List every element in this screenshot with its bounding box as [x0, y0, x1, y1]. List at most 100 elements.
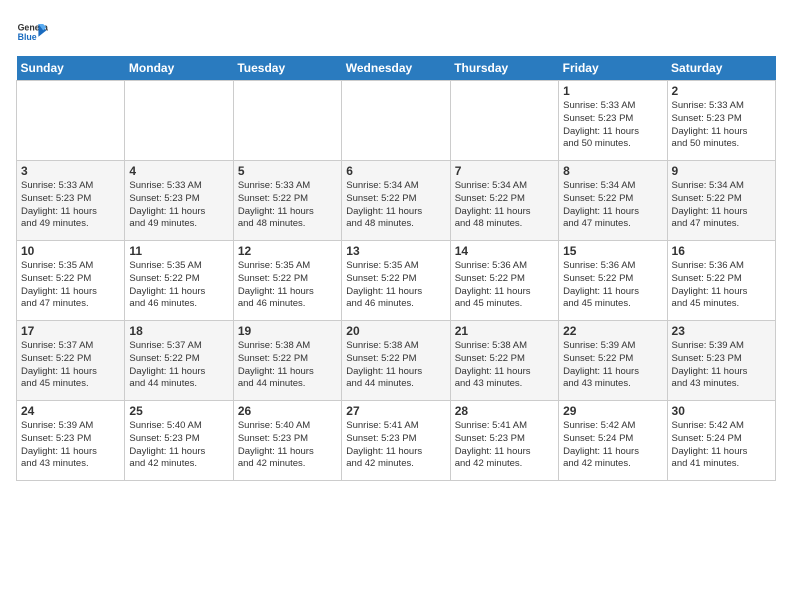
day-info: Sunrise: 5:37 AM Sunset: 5:22 PM Dayligh… [21, 340, 120, 391]
calendar-cell: 26 Sunrise: 5:40 AM Sunset: 5:23 PM Dayli… [233, 401, 341, 481]
calendar-cell: 3 Sunrise: 5:33 AM Sunset: 5:23 PM Daylig… [17, 161, 125, 241]
calendar-cell: 20 Sunrise: 5:38 AM Sunset: 5:22 PM Dayli… [342, 321, 450, 401]
day-number: 8 [563, 164, 662, 178]
day-number: 14 [455, 244, 554, 258]
day-number: 1 [563, 84, 662, 98]
day-info: Sunrise: 5:38 AM Sunset: 5:22 PM Dayligh… [455, 340, 554, 391]
day-info: Sunrise: 5:34 AM Sunset: 5:22 PM Dayligh… [346, 180, 445, 231]
day-number: 5 [238, 164, 337, 178]
calendar-cell: 6Sunrise: 5:34 AM Sunset: 5:22 PM Daylig… [342, 161, 450, 241]
day-number: 9 [672, 164, 771, 178]
day-info: Sunrise: 5:33 AM Sunset: 5:23 PM Dayligh… [21, 180, 120, 231]
calendar-table: SundayMondayTuesdayWednesdayThursdayFrid… [16, 56, 776, 481]
calendar-header-cell: Monday [125, 56, 233, 81]
day-number: 13 [346, 244, 445, 258]
day-info: Sunrise: 5:36 AM Sunset: 5:22 PM Dayligh… [455, 260, 554, 311]
day-info: Sunrise: 5:34 AM Sunset: 5:22 PM Dayligh… [563, 180, 662, 231]
day-info: Sunrise: 5:35 AM Sunset: 5:22 PM Dayligh… [346, 260, 445, 311]
calendar-cell: 16 Sunrise: 5:36 AM Sunset: 5:22 PM Dayli… [667, 241, 775, 321]
calendar-header-cell: Saturday [667, 56, 775, 81]
calendar-week-row: 24 Sunrise: 5:39 AM Sunset: 5:23 PM Dayli… [17, 401, 776, 481]
day-number: 19 [238, 324, 337, 338]
day-number: 24 [21, 404, 120, 418]
calendar-cell: 1 Sunrise: 5:33 AM Sunset: 5:23 PM Daylig… [559, 81, 667, 161]
calendar-header-cell: Wednesday [342, 56, 450, 81]
day-info: Sunrise: 5:39 AM Sunset: 5:23 PM Dayligh… [672, 340, 771, 391]
day-info: Sunrise: 5:39 AM Sunset: 5:22 PM Dayligh… [563, 340, 662, 391]
day-info: Sunrise: 5:41 AM Sunset: 5:23 PM Dayligh… [455, 420, 554, 471]
day-number: 16 [672, 244, 771, 258]
calendar-cell: 15Sunrise: 5:36 AM Sunset: 5:22 PM Dayli… [559, 241, 667, 321]
day-number: 4 [129, 164, 228, 178]
calendar-cell: 9 Sunrise: 5:34 AM Sunset: 5:22 PM Daylig… [667, 161, 775, 241]
calendar-cell [125, 81, 233, 161]
calendar-cell: 24 Sunrise: 5:39 AM Sunset: 5:23 PM Dayli… [17, 401, 125, 481]
day-number: 22 [563, 324, 662, 338]
day-number: 20 [346, 324, 445, 338]
calendar-week-row: 3 Sunrise: 5:33 AM Sunset: 5:23 PM Daylig… [17, 161, 776, 241]
calendar-cell: 17 Sunrise: 5:37 AM Sunset: 5:22 PM Dayli… [17, 321, 125, 401]
day-number: 27 [346, 404, 445, 418]
day-info: Sunrise: 5:40 AM Sunset: 5:23 PM Dayligh… [238, 420, 337, 471]
calendar-header-cell: Sunday [17, 56, 125, 81]
calendar-cell: 21 Sunrise: 5:38 AM Sunset: 5:22 PM Dayli… [450, 321, 558, 401]
calendar-cell: 27Sunrise: 5:41 AM Sunset: 5:23 PM Dayli… [342, 401, 450, 481]
page-header: General Blue [16, 16, 776, 48]
calendar-cell [17, 81, 125, 161]
day-info: Sunrise: 5:40 AM Sunset: 5:23 PM Dayligh… [129, 420, 228, 471]
calendar-cell: 19Sunrise: 5:38 AM Sunset: 5:22 PM Dayli… [233, 321, 341, 401]
day-number: 29 [563, 404, 662, 418]
calendar-header-cell: Tuesday [233, 56, 341, 81]
calendar-week-row: 10Sunrise: 5:35 AM Sunset: 5:22 PM Dayli… [17, 241, 776, 321]
day-info: Sunrise: 5:35 AM Sunset: 5:22 PM Dayligh… [238, 260, 337, 311]
day-number: 11 [129, 244, 228, 258]
day-info: Sunrise: 5:35 AM Sunset: 5:22 PM Dayligh… [21, 260, 120, 311]
calendar-header-row: SundayMondayTuesdayWednesdayThursdayFrid… [17, 56, 776, 81]
day-info: Sunrise: 5:34 AM Sunset: 5:22 PM Dayligh… [672, 180, 771, 231]
calendar-cell: 13 Sunrise: 5:35 AM Sunset: 5:22 PM Dayli… [342, 241, 450, 321]
day-info: Sunrise: 5:42 AM Sunset: 5:24 PM Dayligh… [672, 420, 771, 471]
calendar-cell [233, 81, 341, 161]
calendar-cell: 4 Sunrise: 5:33 AM Sunset: 5:23 PM Daylig… [125, 161, 233, 241]
calendar-week-row: 17 Sunrise: 5:37 AM Sunset: 5:22 PM Dayli… [17, 321, 776, 401]
calendar-cell: 18 Sunrise: 5:37 AM Sunset: 5:22 PM Dayli… [125, 321, 233, 401]
calendar-cell: 28Sunrise: 5:41 AM Sunset: 5:23 PM Dayli… [450, 401, 558, 481]
day-number: 18 [129, 324, 228, 338]
day-number: 21 [455, 324, 554, 338]
day-number: 3 [21, 164, 120, 178]
day-info: Sunrise: 5:34 AM Sunset: 5:22 PM Dayligh… [455, 180, 554, 231]
day-info: Sunrise: 5:39 AM Sunset: 5:23 PM Dayligh… [21, 420, 120, 471]
day-number: 26 [238, 404, 337, 418]
calendar-cell: 10Sunrise: 5:35 AM Sunset: 5:22 PM Dayli… [17, 241, 125, 321]
calendar-cell [450, 81, 558, 161]
day-info: Sunrise: 5:38 AM Sunset: 5:22 PM Dayligh… [346, 340, 445, 391]
calendar-header-cell: Friday [559, 56, 667, 81]
day-number: 7 [455, 164, 554, 178]
logo-icon: General Blue [16, 16, 48, 48]
day-number: 30 [672, 404, 771, 418]
calendar-cell: 2Sunrise: 5:33 AM Sunset: 5:23 PM Daylig… [667, 81, 775, 161]
calendar-header-cell: Thursday [450, 56, 558, 81]
day-info: Sunrise: 5:37 AM Sunset: 5:22 PM Dayligh… [129, 340, 228, 391]
day-info: Sunrise: 5:33 AM Sunset: 5:23 PM Dayligh… [563, 100, 662, 151]
calendar-cell: 7 Sunrise: 5:34 AM Sunset: 5:22 PM Daylig… [450, 161, 558, 241]
calendar-week-row: 1 Sunrise: 5:33 AM Sunset: 5:23 PM Daylig… [17, 81, 776, 161]
calendar-cell [342, 81, 450, 161]
day-info: Sunrise: 5:36 AM Sunset: 5:22 PM Dayligh… [672, 260, 771, 311]
day-number: 15 [563, 244, 662, 258]
day-info: Sunrise: 5:33 AM Sunset: 5:23 PM Dayligh… [129, 180, 228, 231]
calendar-cell: 25Sunrise: 5:40 AM Sunset: 5:23 PM Dayli… [125, 401, 233, 481]
day-number: 17 [21, 324, 120, 338]
calendar-cell: 11 Sunrise: 5:35 AM Sunset: 5:22 PM Dayli… [125, 241, 233, 321]
day-info: Sunrise: 5:33 AM Sunset: 5:22 PM Dayligh… [238, 180, 337, 231]
day-info: Sunrise: 5:35 AM Sunset: 5:22 PM Dayligh… [129, 260, 228, 311]
calendar-cell: 23 Sunrise: 5:39 AM Sunset: 5:23 PM Dayli… [667, 321, 775, 401]
calendar-cell: 8 Sunrise: 5:34 AM Sunset: 5:22 PM Daylig… [559, 161, 667, 241]
calendar-body: 1 Sunrise: 5:33 AM Sunset: 5:23 PM Daylig… [17, 81, 776, 481]
calendar-cell: 22 Sunrise: 5:39 AM Sunset: 5:22 PM Dayli… [559, 321, 667, 401]
day-number: 23 [672, 324, 771, 338]
calendar-cell: 12Sunrise: 5:35 AM Sunset: 5:22 PM Dayli… [233, 241, 341, 321]
day-number: 2 [672, 84, 771, 98]
day-info: Sunrise: 5:42 AM Sunset: 5:24 PM Dayligh… [563, 420, 662, 471]
svg-text:Blue: Blue [18, 32, 37, 42]
